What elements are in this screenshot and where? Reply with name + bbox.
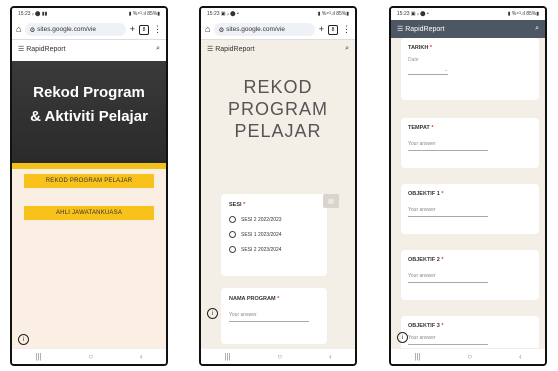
form-title: REKOD PROGRAM PELAJAR [201, 76, 355, 142]
phone-screen-home: 15:23 ᵢₗ ⬤ ▮▮ ▮ %⁴ᴳ.ıl 85%▮ ⌂ ⚙ sites.go… [10, 6, 168, 366]
app-bar: ☰ RapidReport ⌕ [391, 20, 545, 38]
objektif1-card: OBJEKTIF 1 * Your answer [401, 184, 539, 234]
status-time: 15:23 ▣ ᵢₗ ⬤ • [397, 11, 429, 17]
browser-bar: ⌂ ⚙ sites.google.com/vie + 8 ⋮ [201, 20, 355, 40]
browser-bar: ⌂ ⚙ sites.google.com/vie + 8 ⋮ [12, 20, 166, 40]
search-icon[interactable]: ⌕ [535, 25, 539, 33]
objektif3-input[interactable]: Your answer [408, 335, 488, 345]
objektif2-card: OBJEKTIF 2 * Your answer [401, 250, 539, 300]
search-icon[interactable]: ⌕ [345, 45, 349, 53]
recents-icon[interactable]: ||| [414, 352, 420, 361]
new-tab-icon[interactable]: + [130, 25, 135, 34]
hamburger-menu-icon[interactable]: ☰ [207, 46, 213, 53]
status-bar: 15:23 ▣ ᵢₗ ⬤ • ▮ %⁴ᴳ.ıl 85%▮ [201, 8, 355, 20]
objektif2-label: OBJEKTIF 2 * [408, 257, 444, 263]
objektif1-label: OBJEKTIF 1 * [408, 191, 444, 197]
form-body: TARIKH * Date ⌄ TEMPAT * Your answer OBJ… [391, 38, 545, 356]
status-time: 15:23 ᵢₗ ⬤ ▮▮ [18, 11, 48, 17]
info-icon[interactable]: i [397, 332, 408, 343]
status-icons: ▮ %⁴ᴳ.ıl 85%▮ [507, 11, 539, 17]
site-settings-icon[interactable]: ⚙ [218, 26, 226, 34]
rekod-program-button[interactable]: REKOD PROGRAM PELAJAR [24, 174, 154, 188]
sesi-option[interactable]: SESI 1 2023/2024 [229, 231, 319, 238]
sesi-question-card: SESI * SESI 2 2022/2023 SESI 1 2023/2024… [221, 194, 327, 276]
sesi-label: SESI * [229, 202, 246, 208]
nama-program-card: NAMA PROGRAM * Your answer [221, 288, 327, 344]
tarikh-card: TARIKH * Date ⌄ [401, 38, 539, 100]
url-bar[interactable]: ⚙ sites.google.com/vie [214, 23, 315, 36]
nama-program-input[interactable]: Your answer [229, 312, 309, 322]
home-icon[interactable]: ⌂ [16, 25, 21, 34]
hero-banner: Rekod Program & Aktiviti Pelajar [12, 61, 166, 165]
site-settings-icon[interactable]: ⚙ [29, 26, 37, 34]
tempat-input[interactable]: Your answer [408, 141, 488, 151]
url-bar[interactable]: ⚙ sites.google.com/vie [25, 23, 126, 36]
tab-switcher-button[interactable]: 8 [139, 24, 149, 35]
status-time: 15:23 ▣ ᵢₗ ⬤ • [207, 11, 239, 17]
app-bar: ☰ RapidReport ⌕ [201, 40, 355, 58]
nama-program-label: NAMA PROGRAM * [229, 296, 280, 302]
info-icon[interactable]: i [207, 308, 218, 319]
date-picker[interactable]: ⌄ [408, 67, 448, 75]
status-bar: 15:23 ᵢₗ ⬤ ▮▮ ▮ %⁴ᴳ.ıl 85%▮ [12, 8, 166, 20]
back-icon[interactable]: ‹ [519, 352, 522, 361]
page-body [12, 169, 166, 348]
sesi-option[interactable]: SESI 2 2022/2023 [229, 216, 319, 223]
form-title-line1: REKOD [243, 77, 313, 97]
radio-button[interactable] [229, 216, 236, 223]
recents-icon[interactable]: ||| [224, 352, 230, 361]
back-icon[interactable]: ‹ [140, 352, 143, 361]
ahli-jawatankuasa-button[interactable]: AHLI JAWATANKUASA [24, 206, 154, 220]
objektif3-label: OBJEKTIF 3 * [408, 323, 444, 329]
sesi-option[interactable]: SESI 2 2023/2024 [229, 246, 319, 253]
more-menu-icon[interactable]: ⋮ [153, 25, 162, 34]
home-icon[interactable]: ⌂ [205, 25, 210, 34]
recents-icon[interactable]: ||| [35, 352, 41, 361]
url-text: sites.google.com/vie [226, 26, 285, 33]
phone-screen-form-fields: 15:23 ▣ ᵢₗ ⬤ • ▮ %⁴ᴳ.ıl 85%▮ ☰ RapidRepo… [389, 6, 547, 366]
form-body: ☰ RapidReport ⌕ REKOD PROGRAM PELAJAR SE… [201, 40, 355, 360]
tab-switcher-button[interactable]: 8 [328, 24, 338, 35]
more-menu-icon[interactable]: ⋮ [342, 25, 351, 34]
system-nav-bar: ||| ○ ‹ [391, 348, 545, 364]
phone-screen-form-top: 15:23 ▣ ᵢₗ ⬤ • ▮ %⁴ᴳ.ıl 85%▮ ⌂ ⚙ sites.g… [199, 6, 357, 366]
status-bar: 15:23 ▣ ᵢₗ ⬤ • ▮ %⁴ᴳ.ıl 85%▮ [391, 8, 545, 20]
form-title-line2: PROGRAM [227, 99, 328, 119]
url-text: sites.google.com/vie [37, 26, 96, 33]
app-title: RapidReport [26, 46, 66, 53]
hero-title-line2: & Aktiviti Pelajar [30, 108, 148, 125]
info-icon[interactable]: i [18, 334, 29, 345]
date-sublabel: Date [408, 57, 419, 63]
form-title-line3: PELAJAR [234, 121, 322, 141]
add-image-icon[interactable]: ▤ [323, 194, 339, 208]
app-title: RapidReport [405, 26, 445, 33]
search-icon[interactable]: ⌕ [156, 45, 160, 53]
hamburger-menu-icon[interactable]: ☰ [18, 46, 24, 53]
objektif2-input[interactable]: Your answer [408, 273, 488, 283]
chevron-down-icon: ⌄ [443, 67, 448, 73]
home-nav-icon[interactable]: ○ [88, 352, 93, 361]
objektif1-input[interactable]: Your answer [408, 207, 488, 217]
app-bar: ☰ RapidReport ⌕ [12, 40, 166, 58]
back-icon[interactable]: ‹ [329, 352, 332, 361]
radio-button[interactable] [229, 246, 236, 253]
tarikh-label: TARIKH * [408, 45, 433, 51]
system-nav-bar: ||| ○ ‹ [201, 348, 355, 364]
home-nav-icon[interactable]: ○ [467, 352, 472, 361]
hero-title-line1: Rekod Program [33, 84, 145, 101]
system-nav-bar: ||| ○ ‹ [12, 348, 166, 364]
radio-button[interactable] [229, 231, 236, 238]
tempat-label: TEMPAT * [408, 125, 434, 131]
new-tab-icon[interactable]: + [319, 25, 324, 34]
status-icons: ▮ %⁴ᴳ.ıl 85%▮ [317, 11, 349, 17]
home-nav-icon[interactable]: ○ [277, 352, 282, 361]
tempat-card: TEMPAT * Your answer [401, 118, 539, 168]
status-icons: ▮ %⁴ᴳ.ıl 85%▮ [128, 11, 160, 17]
hamburger-menu-icon[interactable]: ☰ [397, 26, 403, 33]
app-title: RapidReport [215, 46, 255, 53]
